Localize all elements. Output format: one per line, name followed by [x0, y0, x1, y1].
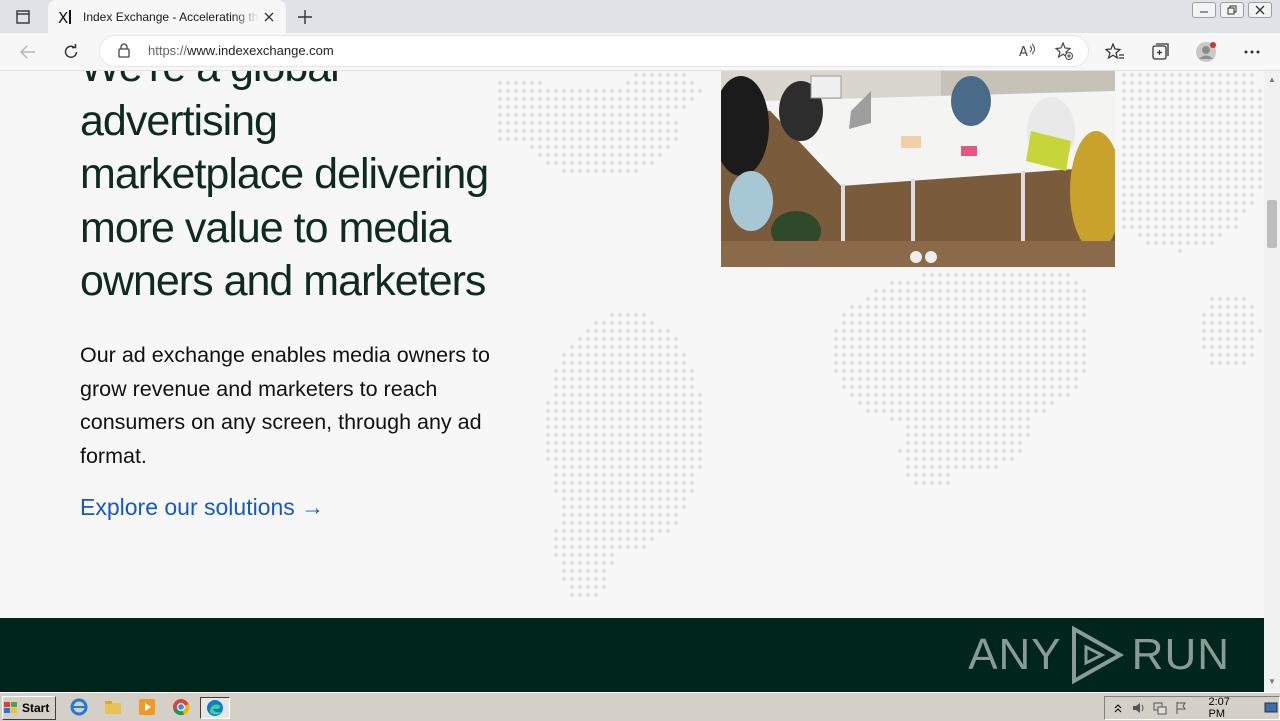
add-favorite-icon[interactable] — [1054, 41, 1074, 61]
edge-icon — [207, 700, 223, 716]
show-desktop-icon[interactable] — [1263, 700, 1279, 716]
chrome-icon[interactable] — [170, 697, 192, 717]
scroll-down-icon[interactable]: ▼ — [1268, 677, 1276, 686]
back-arrow-icon — [20, 45, 35, 59]
watermark-right-text: RUN — [1131, 630, 1230, 679]
refresh-button[interactable] — [58, 39, 84, 65]
file-explorer-icon[interactable] — [102, 697, 124, 717]
url-text[interactable]: https://www.indexexchange.com — [148, 43, 334, 58]
restore-icon — [1227, 5, 1237, 15]
windows-logo-icon — [4, 702, 17, 713]
profile-button[interactable] — [1195, 41, 1217, 63]
lock-icon[interactable] — [118, 43, 130, 63]
windows-taskbar: Start 2:07 PM — [0, 692, 1280, 721]
headline-line: owners and marketers — [80, 257, 486, 305]
tab-title: Index Exchange - Accelerating th — [83, 9, 259, 24]
page-description: Our ad exchange enables media owners to … — [80, 343, 490, 468]
action-center-flag-icon[interactable] — [1173, 700, 1189, 716]
minimize-button[interactable] — [1192, 2, 1216, 18]
collections-icon — [1152, 43, 1169, 60]
new-tab-button[interactable] — [294, 6, 316, 28]
read-aloud-icon[interactable]: A — [1018, 41, 1038, 61]
plus-icon — [298, 10, 312, 24]
restore-button[interactable] — [1220, 2, 1244, 18]
svg-text:A: A — [1019, 45, 1028, 59]
scroll-up-icon[interactable]: ▲ — [1268, 75, 1276, 84]
start-label: Start — [22, 701, 50, 715]
tab-actions-icon — [16, 10, 30, 24]
taskbar-clock[interactable]: 2:07 PM — [1209, 696, 1250, 720]
tab-strip: X Index Exchange - Accelerating th — [0, 0, 1280, 33]
settings-more-button[interactable] — [1241, 41, 1263, 63]
team-meeting-photo — [721, 71, 1115, 267]
scroll-thumb[interactable] — [1267, 200, 1277, 248]
browser-tab[interactable]: X Index Exchange - Accelerating th — [48, 0, 286, 33]
avatar-icon — [1196, 42, 1216, 62]
headline-line: marketplace delivering — [80, 150, 489, 198]
play-triangle-icon — [1071, 625, 1124, 685]
explore-solutions-link[interactable]: Explore our solutions → — [80, 494, 324, 521]
collections-button[interactable] — [1149, 41, 1171, 63]
page-headline: We're a global advertising marketplace d… — [80, 71, 550, 309]
internet-explorer-icon[interactable] — [68, 697, 90, 717]
address-bar[interactable]: https://www.indexexchange.com A — [100, 36, 1088, 66]
favorites-icon — [1105, 43, 1124, 60]
web-page: We're a global advertising marketplace d… — [0, 71, 1264, 618]
network-icon[interactable] — [1152, 700, 1168, 716]
tray-expand-icon[interactable] — [1110, 700, 1126, 716]
close-icon — [1255, 5, 1265, 15]
index-exchange-favicon: X — [57, 8, 75, 26]
tab-actions-button[interactable] — [8, 6, 38, 28]
close-tab-icon[interactable] — [261, 9, 277, 25]
footer-band: ANY RUN — [0, 618, 1264, 692]
system-tray: 2:07 PM — [1104, 696, 1280, 720]
edge-taskbar-button[interactable] — [200, 697, 230, 719]
start-button[interactable]: Start — [2, 696, 56, 720]
svg-text:X: X — [58, 9, 68, 25]
headline-line: We're a global — [80, 71, 340, 91]
browser-toolbar: https://www.indexexchange.com A — [0, 33, 1280, 71]
refresh-icon — [64, 44, 78, 58]
anyrun-watermark: ANY RUN — [968, 618, 1230, 692]
media-player-icon[interactable] — [136, 697, 158, 717]
volume-icon[interactable] — [1131, 700, 1147, 716]
headline-line: more value to media — [80, 203, 452, 252]
favorites-button[interactable] — [1104, 41, 1126, 63]
more-icon — [1244, 50, 1260, 54]
page-scrollbar[interactable]: ▲ ▼ — [1264, 71, 1280, 692]
headline-line: advertising — [80, 96, 278, 145]
back-button[interactable] — [15, 39, 41, 65]
minimize-icon — [1200, 11, 1208, 13]
watermark-left-text: ANY — [968, 630, 1062, 679]
close-window-button[interactable] — [1248, 2, 1272, 18]
